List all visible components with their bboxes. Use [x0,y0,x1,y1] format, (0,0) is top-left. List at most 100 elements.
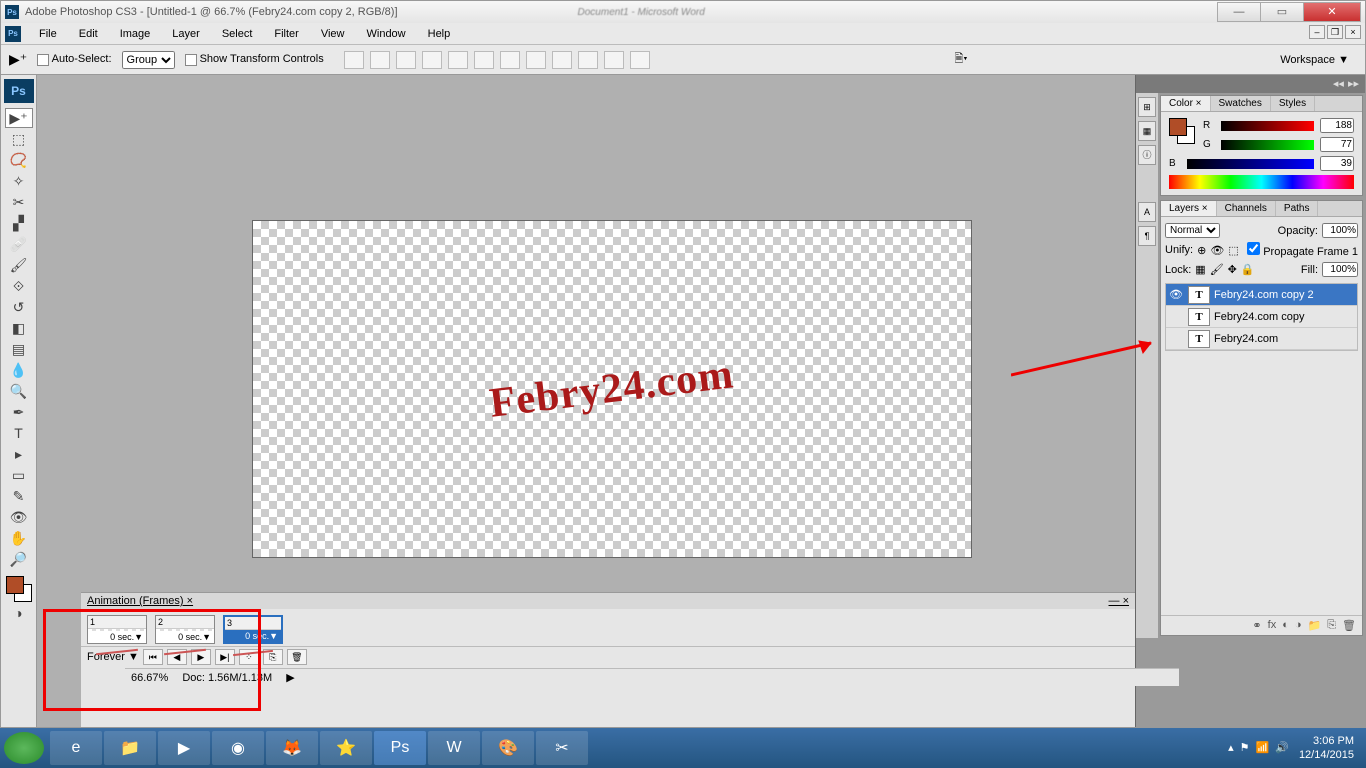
character-icon[interactable]: A [1138,202,1156,222]
slice-tool[interactable]: ▞ [5,213,33,233]
dodge-tool[interactable]: 🔍 [5,381,33,401]
info-icon[interactable]: ⓘ [1138,145,1156,165]
g-slider[interactable] [1221,140,1314,150]
histogram-icon[interactable]: ▦ [1138,121,1156,141]
align-right-icon[interactable] [474,51,494,69]
tray-network-icon[interactable]: 📶 [1256,741,1270,755]
unify-visibility-icon[interactable]: 👁 [1210,244,1224,257]
type-tool[interactable]: T [5,423,33,443]
animation-frame-selected[interactable]: 3 0 sec.▼ [223,615,283,644]
menu-help[interactable]: Help [418,25,461,43]
taskbar-snipping[interactable]: ✂ [536,731,588,765]
auto-select-checkbox[interactable] [37,54,49,66]
healing-brush-tool[interactable]: 🩹 [5,234,33,254]
tray-date[interactable]: 12/14/2015 [1299,748,1354,762]
shape-tool[interactable]: ▭ [5,465,33,485]
lock-transparent-icon[interactable]: ▦ [1195,263,1205,276]
delete-frame-button[interactable]: 🗑 [287,649,307,665]
taskbar-chrome[interactable]: ◉ [212,731,264,765]
layer-style-icon[interactable]: fx [1268,619,1277,632]
auto-select-dropdown[interactable]: Group [122,51,175,69]
eyedropper-tool[interactable]: 👁 [5,507,33,527]
start-button[interactable] [4,732,44,764]
eraser-tool[interactable]: ◧ [5,318,33,338]
maximize-button[interactable]: ▭ [1260,2,1304,22]
quick-mask-icon[interactable]: ◑ [5,603,33,623]
status-expand-icon[interactable]: ▶ [286,671,294,684]
tab-layers[interactable]: Layers × [1161,201,1217,216]
align-left-icon[interactable] [422,51,442,69]
show-transform-checkbox[interactable] [185,54,197,66]
taskbar-moviemaker[interactable]: ⭐ [320,731,372,765]
tab-paths[interactable]: Paths [1276,201,1319,216]
link-layers-icon[interactable]: ⚭ [1252,619,1261,632]
tab-styles[interactable]: Styles [1271,96,1315,111]
clone-stamp-tool[interactable]: ⟐ [5,276,33,296]
menu-edit[interactable]: Edit [69,25,108,43]
marquee-tool[interactable]: ⬚ [5,129,33,149]
frame-delay[interactable]: 0 sec.▼ [225,630,281,642]
tray-flag-icon[interactable]: ⚑ [1240,741,1250,755]
doc-close-button[interactable]: × [1345,25,1361,39]
taskbar-wmp[interactable]: ▶ [158,731,210,765]
layer-mask-icon[interactable]: ◐ [1282,619,1289,632]
minimize-button[interactable]: — [1217,2,1261,22]
frame-delay[interactable]: 0 sec.▼ [156,631,214,643]
taskbar-photoshop[interactable]: Ps [374,731,426,765]
lock-position-icon[interactable]: ✥ [1228,263,1237,276]
align-hcenter-icon[interactable] [448,51,468,69]
new-layer-icon[interactable]: ⎘ [1327,619,1336,632]
panel-color-swatch[interactable] [1169,118,1195,144]
distribute-vcenter-icon[interactable] [526,51,546,69]
adjustment-layer-icon[interactable]: ◑ [1295,619,1302,632]
zoom-level[interactable]: 66.67% [131,672,168,684]
taskbar-word[interactable]: W [428,731,480,765]
unify-position-icon[interactable]: ⊕ [1197,244,1206,257]
tab-channels[interactable]: Channels [1217,201,1276,216]
distribute-right-icon[interactable] [630,51,650,69]
collapse-left-icon[interactable]: ◂◂ [1333,77,1344,91]
doc-restore-button[interactable]: ❐ [1327,25,1343,39]
animation-frame[interactable]: 2 0 sec.▼ [155,615,215,644]
frame-delay[interactable]: 0 sec.▼ [88,631,146,643]
tab-color[interactable]: Color × [1161,96,1211,111]
menu-view[interactable]: View [311,25,355,43]
collapse-right-icon[interactable]: ▸▸ [1348,77,1359,91]
pen-tool[interactable]: ✒ [5,402,33,422]
notes-tool[interactable]: ✎ [5,486,33,506]
brush-tool[interactable]: 🖌 [5,255,33,275]
g-input[interactable] [1320,137,1354,152]
layer-group-icon[interactable]: 📁 [1308,619,1322,632]
animation-panel-collapse[interactable]: — × [1109,595,1129,607]
hand-tool[interactable]: ✋ [5,528,33,548]
menu-image[interactable]: Image [110,25,161,43]
menu-file[interactable]: File [29,25,67,43]
lock-all-icon[interactable]: 🔒 [1241,263,1255,276]
visibility-icon[interactable]: 👁 [1168,288,1184,301]
lock-image-icon[interactable]: 🖌 [1210,263,1224,276]
color-swatch[interactable] [6,576,32,602]
move-tool[interactable]: ▶⁺ [5,108,33,128]
distribute-hcenter-icon[interactable] [604,51,624,69]
doc-minimize-button[interactable]: – [1309,25,1325,39]
tray-time[interactable]: 3:06 PM [1299,734,1354,748]
distribute-left-icon[interactable] [578,51,598,69]
align-top-icon[interactable] [344,51,364,69]
menu-layer[interactable]: Layer [162,25,210,43]
blend-mode-dropdown[interactable]: Normal [1165,223,1220,238]
color-spectrum[interactable] [1169,175,1354,189]
document-canvas[interactable]: Febry24.com [252,220,972,558]
path-selection-tool[interactable]: ▸ [5,444,33,464]
taskbar-ie[interactable]: e [50,731,102,765]
layer-row[interactable]: T Febry24.com copy [1166,306,1357,328]
distribute-bottom-icon[interactable] [552,51,572,69]
r-slider[interactable] [1221,121,1314,131]
lasso-tool[interactable]: 📿 [5,150,33,170]
layer-row-selected[interactable]: 👁 T Febry24.com copy 2 [1166,284,1357,306]
history-brush-tool[interactable]: ↺ [5,297,33,317]
zoom-tool[interactable]: 🔎 [5,549,33,569]
unify-style-icon[interactable]: ⬚ [1228,244,1238,257]
distribute-top-icon[interactable] [500,51,520,69]
gradient-tool[interactable]: ▤ [5,339,33,359]
paragraph-icon[interactable]: ¶ [1138,226,1156,246]
